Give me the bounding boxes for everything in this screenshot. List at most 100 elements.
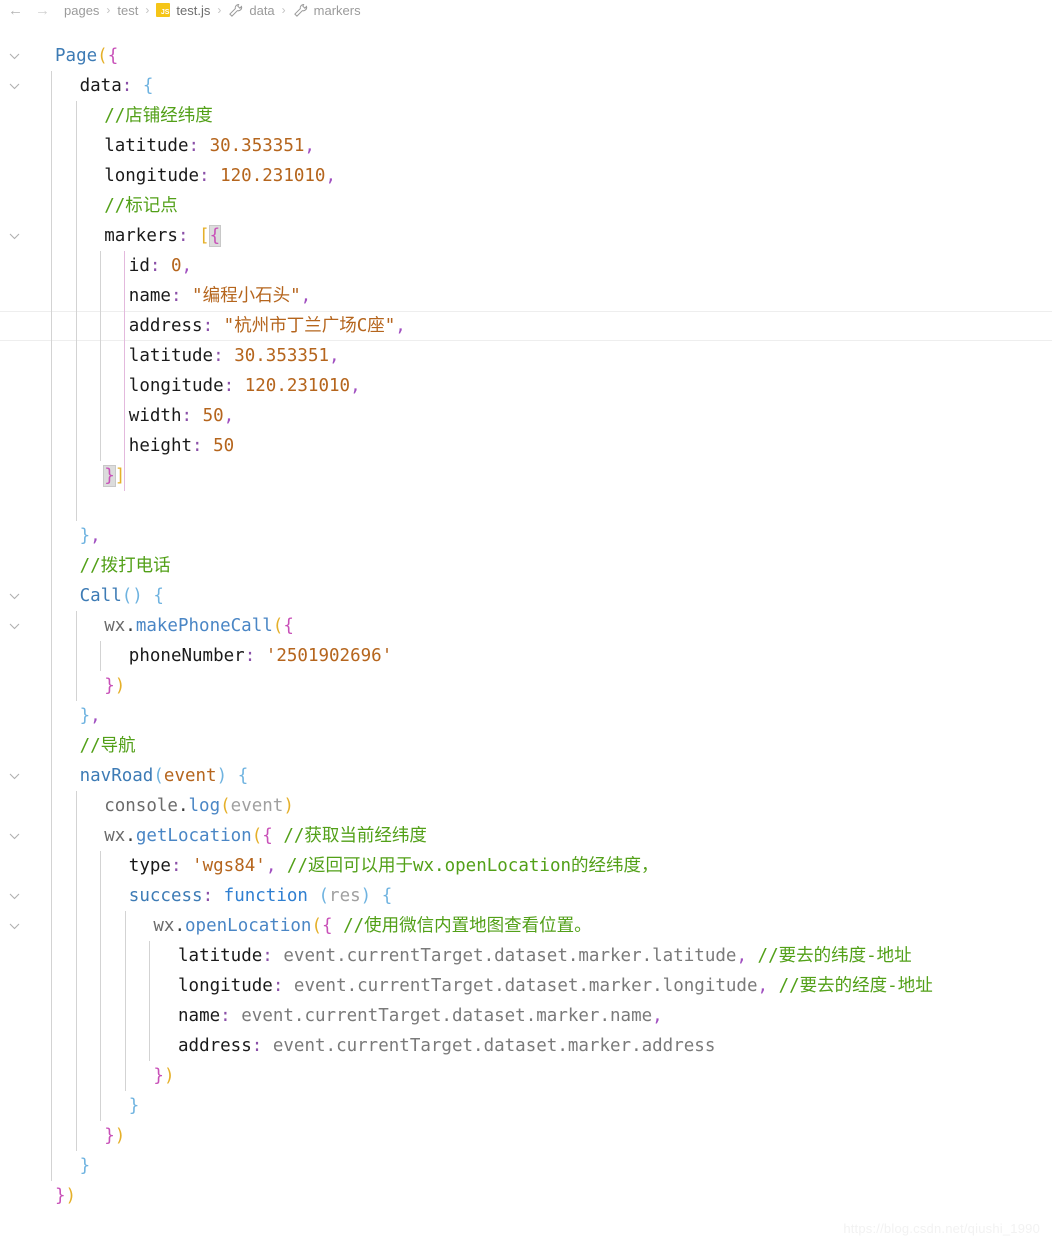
code-token: : [245,646,256,666]
code-token [203,436,214,456]
code-line[interactable]: wx.makePhoneCall({ [0,611,1052,641]
code-line[interactable]: }) [0,671,1052,701]
wrench-icon [228,3,243,18]
code-token: { [108,46,119,66]
code-line[interactable] [0,491,1052,521]
code-line[interactable]: //店铺经纬度 [0,101,1052,131]
code-line[interactable]: phoneNumber: '2501902696' [0,641,1052,671]
code-token: , [736,946,747,966]
code-line[interactable]: //拨打电话 [0,551,1052,581]
code-token [227,766,238,786]
code-token [160,256,171,276]
code-token: : [122,76,133,96]
code-token: : [171,856,182,876]
breadcrumb-item-pages[interactable]: pages [64,3,99,18]
code-token [273,946,284,966]
code-token: [ [199,226,210,246]
code-line[interactable]: longitude: 120.231010, [0,371,1052,401]
code-line[interactable]: }, [0,701,1052,731]
code-token [768,976,779,996]
code-line[interactable]: type: 'wgs84', //返回可以用于wx.openLocation的经… [0,851,1052,881]
breadcrumb-item-markers[interactable]: markers [293,3,361,18]
breadcrumb-label: markers [314,3,361,18]
code-line[interactable]: }, [0,521,1052,551]
breadcrumb-item-testjs[interactable]: JS test.js [156,3,210,18]
code-token: type [129,856,171,876]
breadcrumb-separator: › [106,3,110,17]
code-line[interactable]: longitude: event.currentTarget.dataset.m… [0,971,1052,1001]
code-token: , [350,376,361,396]
code-line[interactable]: //导航 [0,731,1052,761]
code-token: event.currentTarget.dataset.marker.name [241,1006,652,1026]
code-token: longitude [178,976,273,996]
code-line[interactable]: Page({ [0,41,1052,71]
code-token [182,286,193,306]
code-line[interactable]: }) [0,1121,1052,1151]
code-token: res [329,886,361,906]
code-token: //拨打电话 [80,556,171,576]
code-token: , [90,526,101,546]
code-line[interactable]: }) [0,1061,1052,1091]
code-line[interactable]: wx.getLocation({ //获取当前经纬度 [0,821,1052,851]
code-line[interactable]: address: event.currentTarget.dataset.mar… [0,1031,1052,1061]
code-line[interactable]: navRoad(event) { [0,761,1052,791]
code-token: event [231,796,284,816]
code-line[interactable]: wx.openLocation({ //使用微信内置地图查看位置。 [0,911,1052,941]
code-token: } [55,1186,66,1206]
code-token: , [90,706,101,726]
code-line[interactable]: markers: [{ [0,221,1052,251]
code-line[interactable]: console.log(event) [0,791,1052,821]
code-token: , [395,316,406,336]
breadcrumb-label: test [117,3,138,18]
code-token [273,826,284,846]
code-line[interactable]: }) [0,1181,1052,1211]
code-token: width [129,406,182,426]
code-token [210,166,221,186]
code-token: //导航 [80,736,136,756]
code-token: , [758,976,769,996]
code-token: 0 [171,256,182,276]
code-line[interactable]: }] [0,461,1052,491]
code-token: 120.231010 [220,166,325,186]
code-line[interactable]: latitude: 30.353351, [0,341,1052,371]
code-line[interactable]: address: "杭州市丁兰广场C座", [0,311,1052,341]
arrow-left-icon[interactable]: ← [8,3,23,18]
code-token: id [129,256,150,276]
code-token [192,406,203,426]
code-token: 50 [213,436,234,456]
code-token: ) [115,1126,126,1146]
code-line[interactable]: id: 0, [0,251,1052,281]
code-token: //店铺经纬度 [104,106,213,126]
breadcrumb-item-test[interactable]: test [117,3,138,18]
code-line[interactable]: data: { [0,71,1052,101]
breadcrumb-item-data[interactable]: data [228,3,274,18]
code-token: ( [311,916,322,936]
code-line[interactable]: success: function (res) { [0,881,1052,911]
arrow-right-icon[interactable]: → [35,3,50,18]
code-line[interactable]: latitude: event.currentTarget.dataset.ma… [0,941,1052,971]
code-token: : [171,286,182,306]
code-line[interactable]: } [0,1151,1052,1181]
code-token: { [262,826,273,846]
code-token: name [178,1006,220,1026]
code-line[interactable]: //标记点 [0,191,1052,221]
code-line[interactable]: longitude: 120.231010, [0,161,1052,191]
code-editor[interactable]: Page({data: { //店铺经纬度 latitude: 30.353351,… [0,20,1052,1244]
code-token [371,886,382,906]
code-token: log [189,796,221,816]
breadcrumb[interactable]: ← → pages › test › JS test.js › data › m… [0,0,1052,20]
watermark: https://blog.csdn.net/qiushi_1990 [843,1221,1040,1236]
code-line[interactable]: latitude: 30.353351, [0,131,1052,161]
code-token [283,976,294,996]
code-line[interactable]: } [0,1091,1052,1121]
code-line[interactable]: Call() { [0,581,1052,611]
code-line[interactable]: height: 50 [0,431,1052,461]
code-token: { [143,76,154,96]
code-line[interactable]: name: "编程小石头", [0,281,1052,311]
code-line[interactable]: width: 50, [0,401,1052,431]
code-token: ) [361,886,372,906]
code-line[interactable]: name: event.currentTarget.dataset.marker… [0,1001,1052,1031]
code-token: 120.231010 [245,376,350,396]
code-token: } [104,466,115,486]
code-token: , [224,406,235,426]
